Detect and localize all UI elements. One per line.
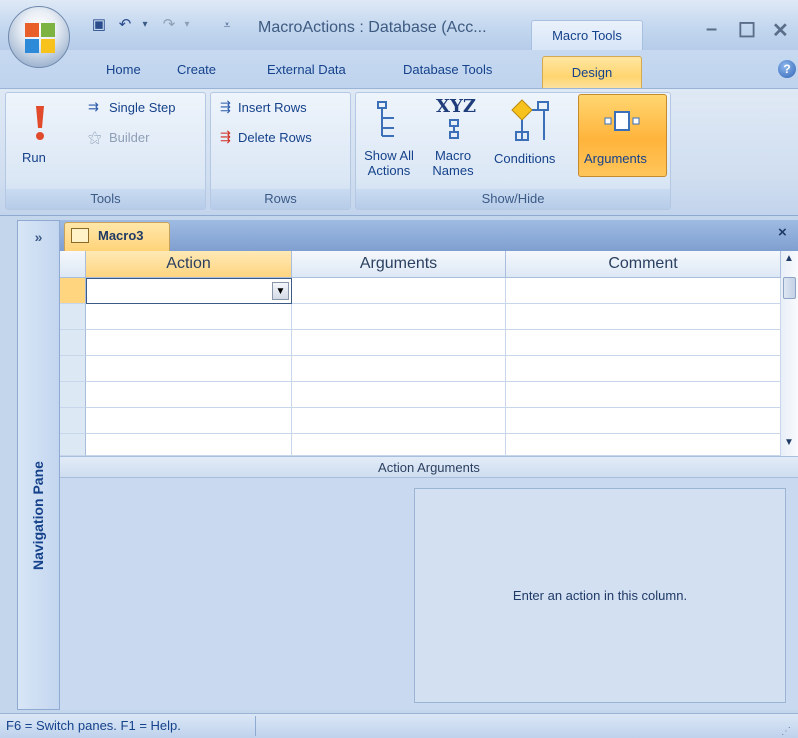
undo-icon[interactable]: ↶ bbox=[114, 14, 136, 36]
conditions-icon bbox=[511, 99, 549, 141]
row-selector[interactable] bbox=[60, 408, 86, 434]
column-header-arguments[interactable]: Arguments bbox=[292, 251, 506, 278]
nav-pane-toggle-button[interactable]: » bbox=[17, 220, 60, 256]
arguments-cell[interactable] bbox=[292, 408, 506, 434]
comment-cell[interactable] bbox=[506, 382, 781, 408]
comment-cell[interactable] bbox=[506, 304, 781, 330]
insert-rows-icon: ⇶ bbox=[220, 99, 231, 114]
arguments-cell[interactable] bbox=[292, 382, 506, 408]
column-header-comment[interactable]: Comment bbox=[506, 251, 781, 278]
action-cell[interactable] bbox=[86, 382, 292, 408]
document-tab-macro3[interactable]: Macro3 bbox=[64, 222, 170, 251]
action-cell[interactable] bbox=[86, 330, 292, 356]
arguments-cell[interactable] bbox=[292, 330, 506, 356]
tab-external-data[interactable]: External Data bbox=[267, 62, 346, 77]
svg-text:Navigation Pane: Navigation Pane bbox=[30, 461, 46, 570]
resize-grip-icon[interactable]: ⋰ bbox=[781, 720, 791, 738]
builder-button[interactable]: Builder bbox=[109, 130, 149, 145]
delete-rows-icon: ⇶ bbox=[220, 129, 231, 144]
show-all-actions-line1: Show All bbox=[364, 148, 414, 163]
undo-dropdown-icon[interactable]: ▾ bbox=[134, 14, 156, 36]
contextual-tab-macro-tools: Macro Tools bbox=[531, 20, 643, 50]
action-dropdown-icon[interactable]: ▼ bbox=[272, 282, 289, 300]
group-show-hide-label: Show/Hide bbox=[356, 189, 670, 209]
arguments-label: Arguments bbox=[584, 151, 647, 166]
action-cell[interactable] bbox=[86, 304, 292, 330]
conditions-button[interactable]: Conditions bbox=[494, 151, 555, 166]
action-cell[interactable] bbox=[86, 356, 292, 382]
builder-icon: ⚝ bbox=[88, 129, 102, 145]
tab-design[interactable]: Design bbox=[542, 56, 642, 90]
macro-names-line2: Names bbox=[432, 163, 474, 178]
show-all-actions-button[interactable]: Show All Actions bbox=[358, 148, 420, 178]
scroll-down-icon[interactable]: ▼ bbox=[784, 437, 794, 448]
arguments-icon bbox=[604, 111, 640, 131]
macro-names-tree-icon bbox=[449, 119, 459, 139]
tab-home[interactable]: Home bbox=[106, 62, 141, 77]
action-cell[interactable] bbox=[86, 434, 292, 456]
show-all-actions-icon bbox=[377, 101, 394, 137]
single-step-button[interactable]: Single Step bbox=[109, 100, 176, 115]
group-rows-label: Rows bbox=[211, 189, 350, 209]
status-divider bbox=[255, 716, 256, 736]
status-text: F6 = Switch panes. F1 = Help. bbox=[6, 718, 181, 733]
macro-design-grid: Action Arguments Comment ▼ bbox=[60, 251, 781, 456]
comment-cell[interactable] bbox=[506, 356, 781, 382]
quick-access-toolbar: ▣ ↶ ▾ ↷ ▾ ⩡ bbox=[84, 14, 244, 40]
status-bar: F6 = Switch panes. F1 = Help. ⋰ bbox=[0, 713, 798, 738]
macro-document-icon bbox=[71, 228, 89, 243]
run-button[interactable]: Run bbox=[22, 150, 46, 165]
row-selector[interactable] bbox=[60, 278, 86, 304]
insert-rows-button[interactable]: Insert Rows bbox=[238, 100, 307, 115]
arguments-cell[interactable] bbox=[292, 356, 506, 382]
maximize-button[interactable]: ☐ bbox=[738, 18, 756, 43]
redo-dropdown-icon[interactable]: ▾ bbox=[176, 14, 198, 36]
row-selector[interactable] bbox=[60, 356, 86, 382]
office-button[interactable] bbox=[8, 6, 70, 68]
ribbon-tab-row: Home Create External Data Database Tools bbox=[0, 50, 798, 88]
tab-database-tools[interactable]: Database Tools bbox=[403, 62, 492, 77]
column-header-action[interactable]: Action bbox=[86, 251, 292, 278]
run-icon bbox=[36, 106, 44, 140]
macro-names-button[interactable]: Macro Names bbox=[428, 148, 478, 178]
arguments-cell[interactable] bbox=[292, 278, 506, 304]
grid-vertical-scrollbar[interactable]: ▲ ▼ bbox=[781, 251, 798, 456]
close-button[interactable]: ✕ bbox=[772, 18, 789, 43]
document-tab-strip bbox=[60, 220, 798, 251]
action-help-box: Enter an action in this column. bbox=[414, 488, 786, 703]
navigation-pane-label: Navigation Pane bbox=[30, 461, 46, 570]
tab-create[interactable]: Create bbox=[177, 62, 216, 77]
close-document-button[interactable]: × bbox=[778, 224, 787, 241]
save-icon[interactable]: ▣ bbox=[88, 14, 110, 36]
scroll-up-icon[interactable]: ▲ bbox=[784, 253, 794, 264]
minimize-button[interactable]: – bbox=[706, 18, 717, 41]
macro-names-line1: Macro bbox=[434, 148, 472, 163]
action-cell[interactable] bbox=[86, 408, 292, 434]
document-tab-label: Macro3 bbox=[98, 228, 144, 243]
show-all-actions-line2: Actions bbox=[367, 163, 411, 178]
action-arguments-header: Action Arguments bbox=[60, 456, 798, 478]
arguments-cell[interactable] bbox=[292, 304, 506, 330]
customize-qat-icon[interactable]: ⩡ bbox=[216, 14, 238, 36]
delete-rows-button[interactable]: Delete Rows bbox=[238, 130, 312, 145]
help-icon[interactable]: ? bbox=[778, 60, 796, 78]
office-logo-icon bbox=[25, 23, 55, 53]
macro-names-icon: XYZ bbox=[436, 96, 476, 117]
window-title: MacroActions : Database (Acc... bbox=[258, 19, 487, 36]
comment-cell[interactable] bbox=[506, 434, 781, 456]
scroll-thumb[interactable] bbox=[783, 277, 796, 299]
arguments-cell[interactable] bbox=[292, 434, 506, 456]
comment-cell[interactable] bbox=[506, 278, 781, 304]
row-selector[interactable] bbox=[60, 382, 86, 408]
row-selector[interactable] bbox=[60, 434, 86, 456]
action-cell[interactable]: ▼ bbox=[86, 278, 292, 304]
single-step-icon: ⇉ bbox=[88, 99, 99, 114]
comment-cell[interactable] bbox=[506, 408, 781, 434]
group-tools-label: Tools bbox=[6, 189, 205, 209]
row-selector[interactable] bbox=[60, 330, 86, 356]
select-all-corner[interactable] bbox=[60, 251, 86, 278]
row-selector[interactable] bbox=[60, 304, 86, 330]
comment-cell[interactable] bbox=[506, 330, 781, 356]
